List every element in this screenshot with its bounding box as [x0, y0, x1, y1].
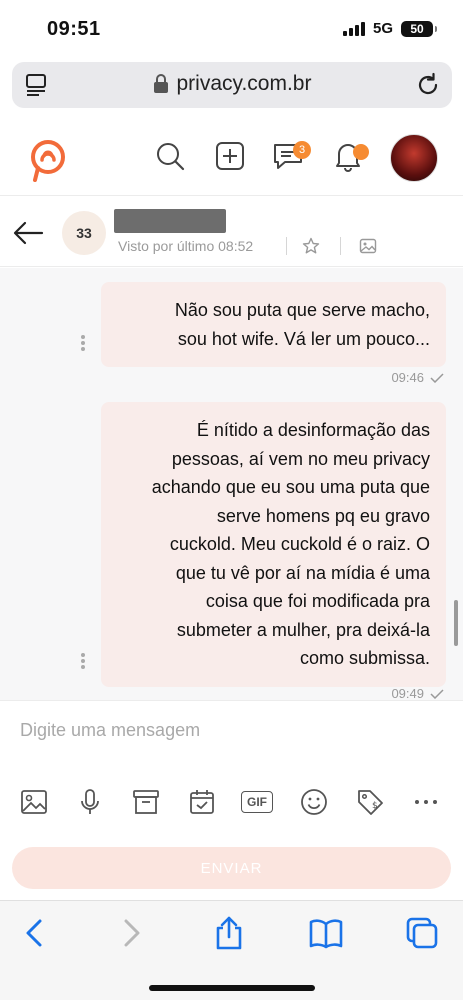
share-icon[interactable] [211, 915, 247, 951]
svg-text:$: $ [372, 801, 378, 811]
tabs-icon[interactable] [404, 915, 440, 951]
chat-header: 33 Visto por último 08:52 [0, 197, 463, 267]
search-icon[interactable] [154, 140, 186, 172]
reload-icon[interactable] [414, 71, 442, 99]
url-bar[interactable]: privacy.com.br [12, 62, 452, 108]
more-options-icon[interactable] [411, 787, 441, 817]
check-icon [430, 372, 444, 383]
url-display[interactable]: privacy.com.br [12, 72, 452, 96]
message-line: serve homens pq eu gravo [216, 505, 430, 526]
contact-avatar[interactable]: 33 [62, 211, 106, 255]
message-line: como submissa. [299, 648, 430, 668]
message-composer: GIF $ ENVIAR [0, 700, 463, 900]
send-button[interactable]: ENVIAR [12, 847, 451, 889]
message-input[interactable] [20, 717, 440, 743]
message-line: submeter a mulher, pra deixá-la [176, 619, 430, 640]
status-time: 09:51 [47, 18, 101, 40]
bookmarks-icon[interactable] [308, 915, 344, 951]
message-options-icon[interactable] [80, 652, 86, 670]
message-line: coisa que foi modificada pra [205, 591, 430, 611]
message-line: cuckold. Meu cuckold é o raiz. O [169, 534, 430, 554]
status-indicators: 5G 50 [342, 20, 437, 37]
app-header: 3 [0, 120, 463, 196]
message-line: achando que eu sou uma puta que [151, 477, 430, 497]
check-icon [430, 688, 444, 699]
emoji-icon[interactable] [299, 787, 329, 817]
network-type: 5G [372, 20, 393, 37]
forward-icon[interactable] [114, 915, 150, 951]
message-time: 09:46 [391, 370, 444, 385]
contact-name-redacted[interactable] [114, 209, 226, 233]
lock-icon [153, 74, 168, 93]
message-bubble[interactable]: É nítido a desinformação das pessoas, aí… [101, 402, 446, 687]
media-icon[interactable] [359, 237, 377, 255]
user-avatar[interactable] [390, 134, 438, 182]
signal-icon [342, 21, 365, 36]
back-arrow-icon[interactable] [12, 219, 44, 247]
message-time-text: 09:49 [391, 686, 424, 700]
image-icon[interactable] [19, 787, 49, 817]
message-line: sou hot wife. Vá ler um pouco... [177, 328, 430, 349]
message-time: 09:49 [391, 686, 444, 700]
battery-icon: 50 [401, 20, 437, 37]
status-bar: 09:51 5G 50 [0, 0, 463, 58]
message-time-text: 09:46 [391, 370, 424, 385]
gif-icon[interactable]: GIF [241, 791, 273, 813]
url-text: privacy.com.br [176, 72, 312, 95]
battery-level: 50 [410, 21, 424, 36]
last-seen-text: Visto por último 08:52 [118, 238, 254, 254]
microphone-icon[interactable] [75, 787, 105, 817]
divider [340, 237, 341, 255]
message-bubble[interactable]: Não sou puta que serve macho, sou hot wi… [101, 282, 446, 367]
message-line: Não sou puta que serve macho, [174, 300, 430, 320]
privacy-logo[interactable] [26, 138, 70, 182]
create-post-icon[interactable] [214, 140, 246, 172]
star-icon[interactable] [302, 237, 320, 255]
price-tag-icon[interactable]: $ [355, 787, 385, 817]
back-icon[interactable] [16, 915, 52, 951]
calendar-icon[interactable] [187, 787, 217, 817]
message-list[interactable]: Não sou puta que serve macho, sou hot wi… [0, 268, 463, 700]
message-line: pessoas, aí vem no meu privacy [171, 448, 430, 469]
message-options-icon[interactable] [80, 334, 86, 352]
message-line: que tu vê por aí na mídia é uma [175, 562, 430, 583]
home-indicator[interactable] [149, 985, 315, 991]
scrollbar[interactable] [454, 600, 458, 646]
archive-icon[interactable] [131, 787, 161, 817]
messages-badge: 3 [293, 141, 311, 159]
message-line: É nítido a desinformação das [196, 420, 430, 440]
notification-dot [353, 144, 369, 160]
divider [286, 237, 287, 255]
